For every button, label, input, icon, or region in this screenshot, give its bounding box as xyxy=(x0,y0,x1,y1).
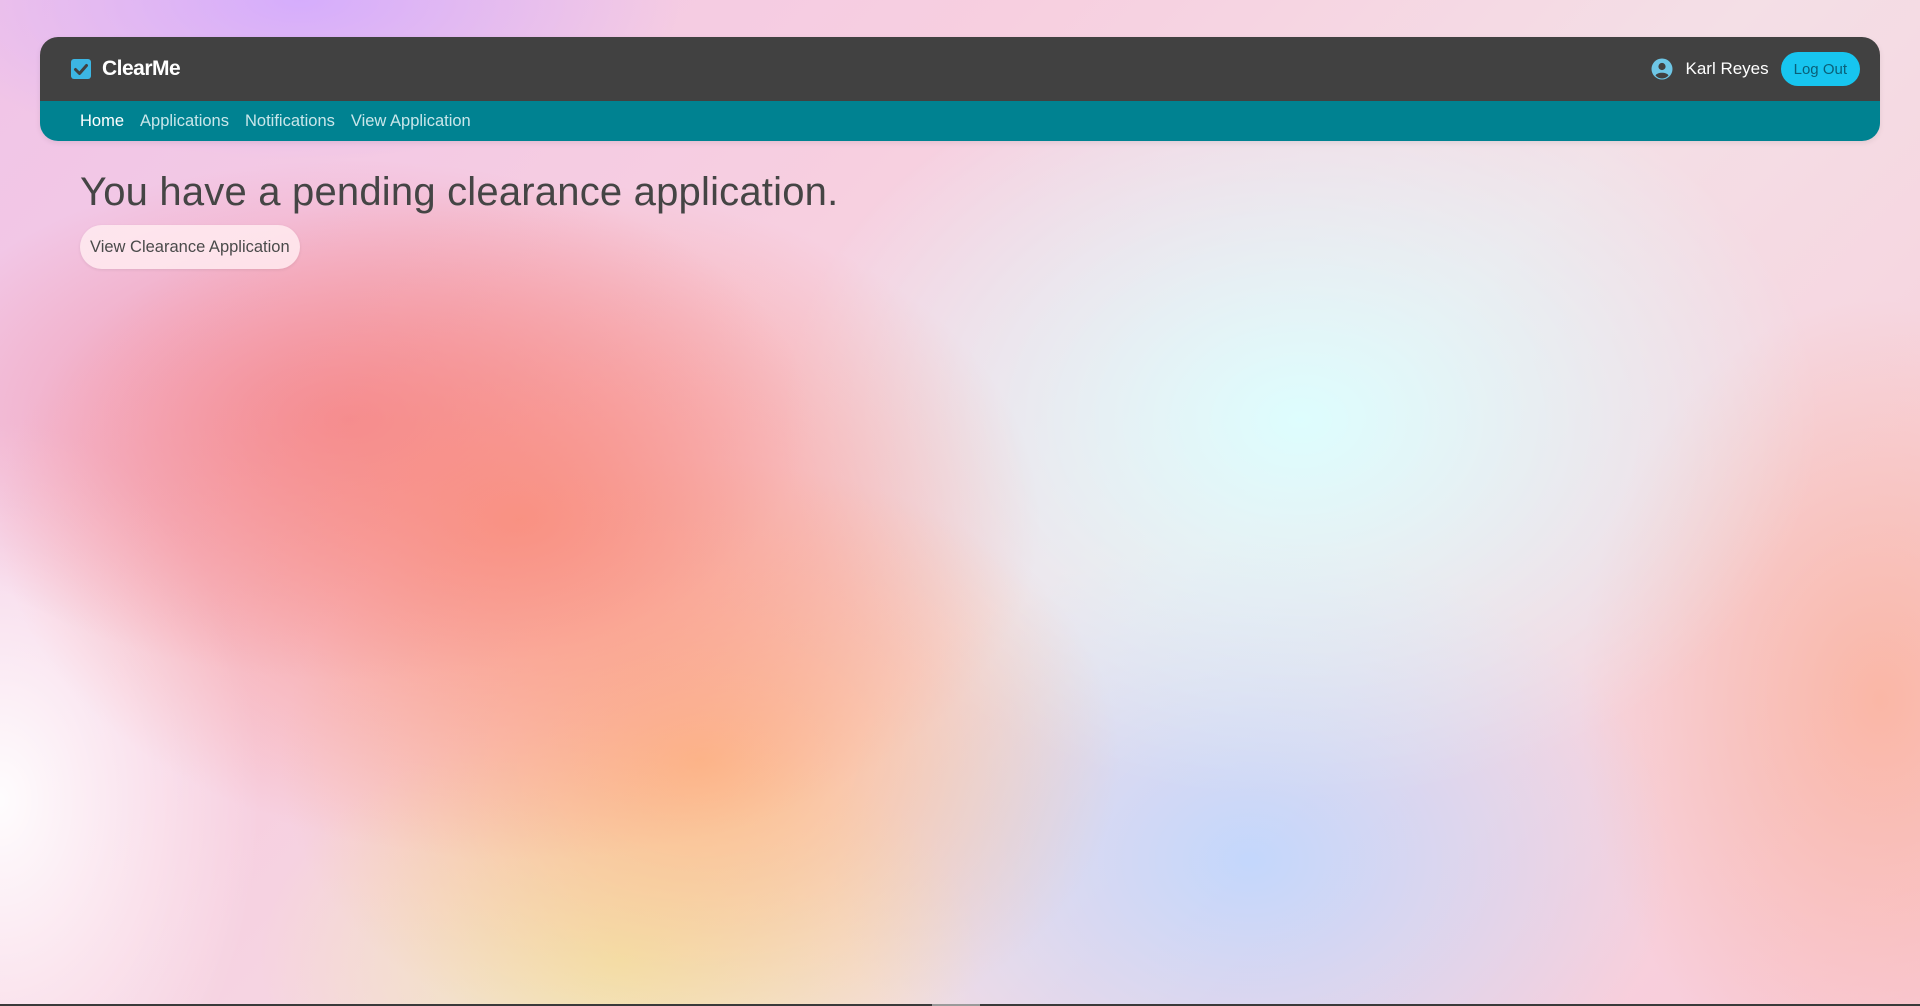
user-area: Karl Reyes Log Out xyxy=(1651,52,1860,86)
view-clearance-application-button[interactable]: View Clearance Application xyxy=(80,225,300,269)
user-circle-icon xyxy=(1651,58,1673,80)
nav-item-notifications[interactable]: Notifications xyxy=(245,112,335,131)
nav-item-home[interactable]: Home xyxy=(80,112,124,131)
navbar: ClearMe Karl Reyes Log Out Home Applicat… xyxy=(40,37,1880,141)
page-headline: You have a pending clearance application… xyxy=(80,170,839,214)
main-content: You have a pending clearance application… xyxy=(80,170,838,269)
user-name: Karl Reyes xyxy=(1685,59,1769,78)
brand-name: ClearMe xyxy=(102,57,181,80)
brand[interactable]: ClearMe xyxy=(70,57,181,81)
gradient-background xyxy=(0,0,1920,1006)
logout-button[interactable]: Log Out xyxy=(1780,52,1860,86)
nav-item-view-application[interactable]: View Application xyxy=(351,112,471,131)
top-bar: ClearMe Karl Reyes Log Out xyxy=(40,37,1880,101)
nav-item-applications[interactable]: Applications xyxy=(140,112,229,131)
sub-navigation: Home Applications Notifications View App… xyxy=(40,101,1880,141)
checkbox-checked-icon xyxy=(70,58,92,80)
